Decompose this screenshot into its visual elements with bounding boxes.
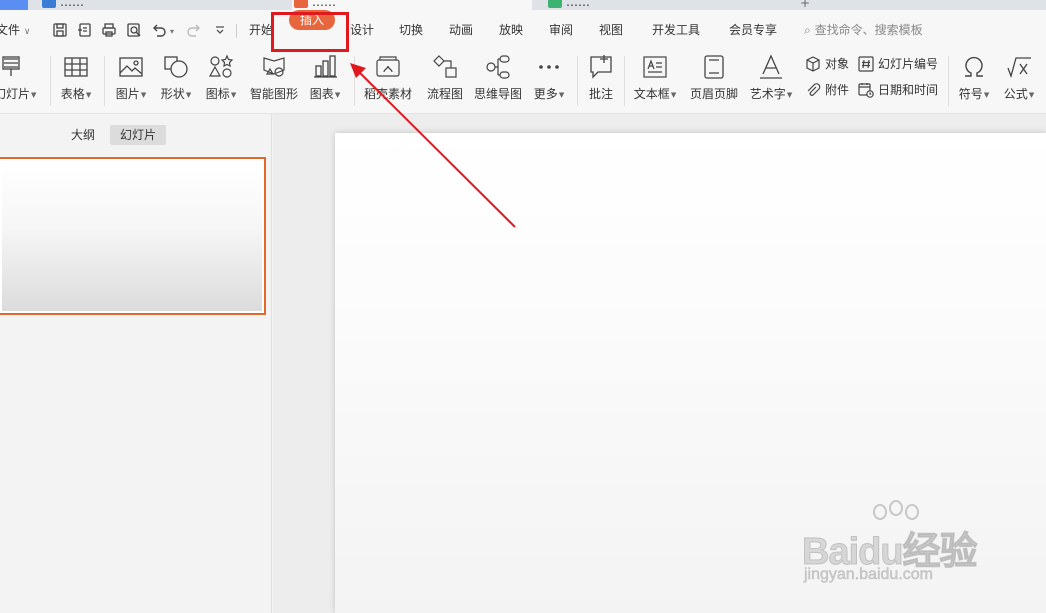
shape-button[interactable]: 形状▼ [161,52,191,108]
comment-icon [588,54,614,80]
chart-button[interactable]: 图表▼ [310,52,340,108]
command-search[interactable]: ⌕ 查找命令、搜索模板 [804,20,923,40]
formula-button[interactable]: 公式▼ [1004,52,1034,108]
new-tab-icon[interactable]: + [800,0,810,10]
ribbon-divider [104,56,105,106]
insert-highlight-box [271,12,349,52]
export-pdf-icon[interactable] [77,22,93,38]
undo-dropdown-icon[interactable]: ▾ [170,22,174,42]
menu-member[interactable]: 会员专享 [729,20,777,40]
material-button[interactable]: 稻壳素材 [364,52,412,108]
menu-design[interactable]: 设计 [350,20,374,40]
picture-icon [118,54,144,80]
smart-graphic-icon [261,54,287,80]
more-button[interactable]: 更多▼ [534,52,564,108]
object-button[interactable]: 对象 [805,54,849,74]
menu-slideshow[interactable]: 放映 [499,20,523,40]
file-menu[interactable]: 文件 ∨ [0,20,30,42]
slide-panel: 大纲 幻灯片 [0,114,272,613]
object-icon [805,56,821,72]
textbox-icon [642,54,668,80]
spreadsheet-icon [548,0,562,8]
wordart-icon [758,54,784,80]
slide-number-button[interactable]: 幻灯片编号 [858,54,938,74]
undo-icon[interactable] [151,22,167,38]
symbol-button[interactable]: 符号▼ [959,52,989,108]
formula-icon [1006,54,1032,80]
slide-thumbnail-preview [2,161,262,311]
save-icon[interactable] [52,22,68,38]
flowchart-icon [432,54,458,80]
document-tab-1[interactable]: …… [40,0,270,10]
print-preview-icon[interactable] [126,22,142,38]
menu-view[interactable]: 视图 [599,20,623,40]
watermark-url: jingyan.baidu.com [804,566,933,584]
tab-outline[interactable]: 大纲 [61,125,105,145]
textbox-button[interactable]: 文本框▼ [634,52,676,108]
table-button[interactable]: 表格▼ [61,52,91,108]
menu-animation[interactable]: 动画 [449,20,473,40]
document-tab-strip: …… …… …… + [0,0,1046,10]
print-icon[interactable] [101,22,117,38]
home-tab[interactable] [0,0,28,10]
new-slide-button[interactable]: 幻灯片▼ [0,52,36,108]
presentation-icon [294,0,308,8]
attachment-button[interactable]: 附件 [805,80,849,100]
smart-graphic-button[interactable]: 智能图形 [250,52,298,108]
shape-icon [163,54,189,80]
comment-button[interactable]: 批注 [587,52,615,108]
omega-icon [961,54,987,80]
chart-icon [312,54,338,80]
menu-transition[interactable]: 切换 [399,20,423,40]
search-icon: ⌕ [804,23,811,37]
menu-home[interactable]: 开始 [249,20,273,40]
header-footer-button[interactable]: 页眉页脚 [690,52,738,108]
flowchart-button[interactable]: 流程图 [427,52,463,108]
menu-developer[interactable]: 开发工具 [652,20,700,40]
hash-icon [858,56,874,72]
document-tab-2[interactable]: …… [292,0,532,10]
picture-button[interactable]: 图片▼ [116,52,146,108]
mindmap-button[interactable]: 思维导图 [474,52,522,108]
menu-review[interactable]: 审阅 [549,20,573,40]
app-window: …… …… …… + 文件 ∨ ▾ 开始 设计 切换 动画 放映 审阅 视图 开… [0,0,1046,613]
icon-library-icon [208,54,234,80]
customize-toolbar-icon[interactable] [212,22,228,38]
ribbon-divider [50,56,51,106]
more-icon [536,54,562,80]
paperclip-icon [805,82,821,98]
redo-icon[interactable] [186,22,202,38]
mindmap-icon [485,54,511,80]
material-icon [375,54,401,80]
menu-bar: 文件 ∨ ▾ 开始 设计 切换 动画 放映 审阅 视图 开发工具 会员专享 ⌕ … [0,10,1046,48]
menu-divider [236,24,237,38]
ribbon-divider [948,56,949,106]
baidu-watermark: Baidu经验 jingyan.baidu.com [800,500,1000,590]
ribbon-divider [354,56,355,106]
icon-button[interactable]: 图标▼ [206,52,236,108]
slide-thumbnail[interactable] [0,157,266,315]
wordart-button[interactable]: 艺术字▼ [750,52,792,108]
date-time-button[interactable]: 日期和时间 [858,80,938,100]
tab-slides[interactable]: 幻灯片 [110,125,167,145]
calendar-clock-icon [858,82,874,98]
doc-icon [42,0,56,8]
header-footer-icon [701,54,727,80]
ribbon-divider [624,56,625,106]
insert-ribbon: 幻灯片▼ 表格▼ 图片▼ 形状▼ 图标▼ 智能图形 图表▼ 稻壳素材 流程图 思… [0,48,1046,114]
document-tab-3[interactable]: …… [546,0,776,10]
new-slide-icon [1,54,27,80]
table-icon [63,54,89,80]
